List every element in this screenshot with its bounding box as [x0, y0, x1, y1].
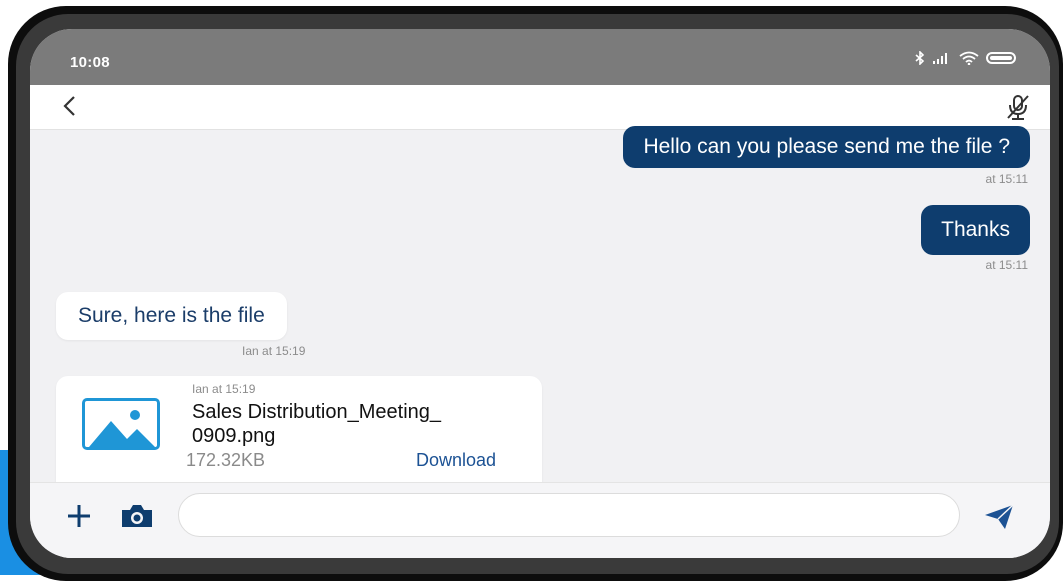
- image-file-icon: [82, 398, 160, 450]
- file-name: Sales Distribution_Meeting_ 0909.png: [192, 400, 522, 448]
- message-input[interactable]: [178, 493, 960, 537]
- outgoing-message: Hello can you please send me the file ?: [623, 126, 1030, 168]
- file-size: 172.32KB: [186, 450, 266, 470]
- message-list: Hello can you please send me the file ? …: [30, 126, 1050, 496]
- status-icons: [915, 51, 1016, 65]
- outgoing-message: Thanks: [921, 205, 1030, 255]
- message-timestamp: at 15:11: [985, 258, 1028, 272]
- plus-icon[interactable]: [66, 503, 92, 529]
- signal-icon: [933, 53, 947, 64]
- file-name-line1: Sales Distribution_Meeting_: [192, 401, 442, 423]
- message-timestamp: at 15:11: [985, 172, 1028, 186]
- download-link[interactable]: Download: [416, 450, 496, 471]
- message-composer: [30, 482, 1050, 558]
- file-name-line2: 0909.png: [192, 425, 276, 447]
- message-timestamp: Ian at 15:19: [242, 344, 306, 358]
- status-time: 10:08: [70, 54, 110, 71]
- send-icon[interactable]: [983, 503, 1015, 531]
- camera-icon[interactable]: [120, 503, 154, 529]
- file-sender-time: Ian at 15:19: [192, 382, 256, 396]
- message-text: Thanks: [941, 218, 1010, 241]
- message-text: Sure, here is the file: [78, 304, 265, 327]
- status-bar: 10:08: [30, 29, 1050, 85]
- message-text: Hello can you please send me the file ?: [643, 135, 1010, 158]
- wifi-icon: [959, 51, 979, 65]
- bluetooth-icon: [915, 51, 925, 65]
- mic-off-icon[interactable]: [1004, 92, 1032, 122]
- back-chevron-icon[interactable]: [58, 93, 80, 119]
- battery-icon: [986, 52, 1016, 64]
- file-attachment-card[interactable]: Ian at 15:19 Sales Distribution_Meeting_…: [56, 376, 542, 496]
- chat-header: [30, 85, 1050, 130]
- incoming-message: Sure, here is the file: [56, 292, 287, 340]
- phone-screen: 10:08 Hello can you please send me the f…: [30, 29, 1050, 558]
